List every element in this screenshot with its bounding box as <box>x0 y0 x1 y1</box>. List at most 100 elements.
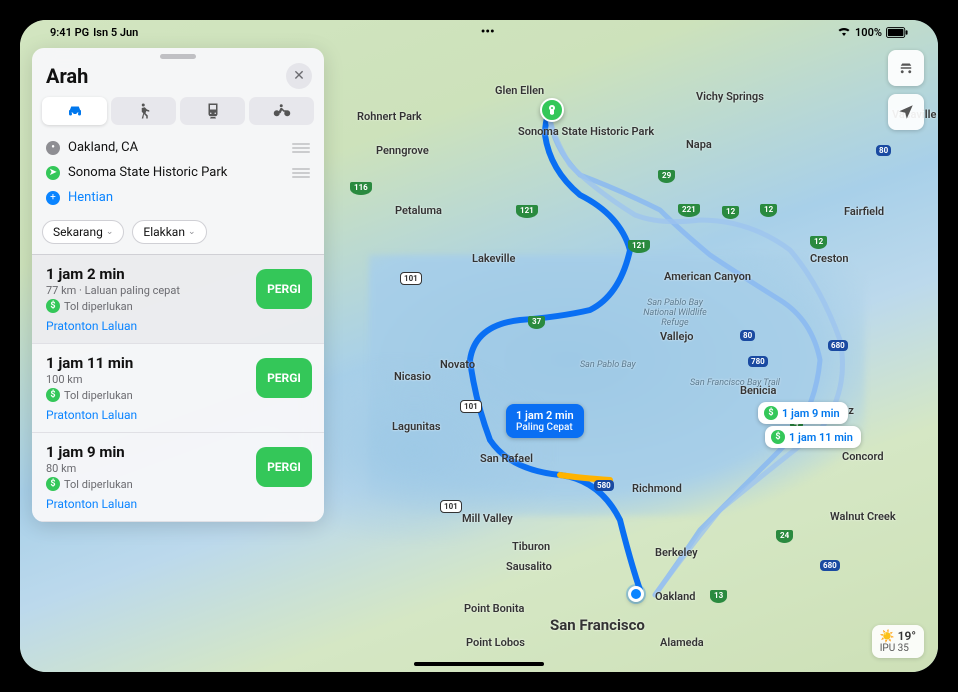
tab-drive[interactable] <box>42 97 107 125</box>
route-meta: 77 km · Laluan paling cepat <box>46 284 246 297</box>
city-label: Point Lobos <box>466 636 525 649</box>
city-label: Napa <box>686 138 712 151</box>
city-label: Vallejo <box>660 330 693 343</box>
city-label: San Pablo Bay <box>580 360 636 370</box>
city-label: Rohnert Park <box>357 110 422 123</box>
dollar-icon: $ <box>46 299 60 313</box>
panel-grabber[interactable] <box>160 54 196 59</box>
highway-shield: 80 <box>740 330 755 341</box>
city-label: Vichy Springs <box>696 90 764 103</box>
highway-shield: 121 <box>516 205 538 218</box>
highway-shield: 121 <box>628 240 650 253</box>
callout-sub: Paling Cepat <box>516 422 573 433</box>
highway-shield: 80 <box>876 145 891 156</box>
go-button[interactable]: PERGI <box>256 447 312 487</box>
close-icon: ✕ <box>293 68 305 84</box>
city-label: Novato <box>440 358 475 371</box>
user-location-dot <box>628 586 644 602</box>
highway-shield: 29 <box>658 170 675 183</box>
map-mode-button[interactable] <box>888 50 924 86</box>
screen: 9:41 PG Isn 5 Jun ••• 100% <box>20 20 938 672</box>
route-item-0[interactable]: 1 jam 2 min 77 km · Laluan paling cepat … <box>32 255 324 344</box>
city-label: Glen Ellen <box>495 84 544 97</box>
home-indicator[interactable] <box>414 662 544 666</box>
callout-time: 1 jam 11 min <box>789 431 853 444</box>
tab-transit[interactable] <box>180 97 245 125</box>
highway-shield: 101 <box>460 400 482 413</box>
route-meta: 80 km <box>46 462 246 475</box>
callout-time: 1 jam 2 min <box>516 409 574 422</box>
route-time: 1 jam 2 min <box>46 265 246 283</box>
route-toll: $ Tol diperlukan <box>46 299 246 313</box>
weather-aqi: IPU 35 <box>880 643 916 654</box>
reorder-handle-icon[interactable] <box>292 168 310 178</box>
ipad-frame: 9:41 PG Isn 5 Jun ••• 100% <box>0 0 958 692</box>
city-label: Sausalito <box>506 560 552 573</box>
reorder-handle-icon[interactable] <box>292 143 310 153</box>
depart-now-label: Sekarang <box>53 225 103 239</box>
battery-icon <box>886 27 908 38</box>
route-preview-link[interactable]: Pratonton Laluan <box>46 497 246 511</box>
highway-shield: 13 <box>710 590 727 603</box>
city-label: Point Bonita <box>464 602 524 615</box>
city-label: Nicasio <box>394 370 431 383</box>
waypoint-origin[interactable]: • Oakland, CA <box>42 135 314 160</box>
route-callout-primary[interactable]: 1 jam 2 min Paling Cepat <box>506 404 584 438</box>
dollar-icon: $ <box>764 406 778 420</box>
highway-shield: 12 <box>722 206 739 219</box>
dollar-icon: $ <box>771 430 785 444</box>
route-callout-alt-1[interactable]: $ 1 jam 9 min <box>758 402 848 424</box>
city-label: Concord <box>842 450 884 463</box>
close-button[interactable]: ✕ <box>286 63 312 89</box>
dollar-icon: $ <box>46 477 60 491</box>
city-label: San Francisco Bay Trail <box>690 378 780 388</box>
highway-shield: 101 <box>400 272 422 285</box>
highway-shield: 580 <box>594 480 614 491</box>
waypoints: • Oakland, CA ➤ Sonoma State Historic Pa… <box>32 131 324 216</box>
locate-button[interactable] <box>888 94 924 130</box>
tab-cycle[interactable] <box>249 97 314 125</box>
route-toll: $ Tol diperlukan <box>46 388 246 402</box>
avoid-dropdown[interactable]: Elakkan ⌄ <box>132 220 206 244</box>
city-label: Lakeville <box>472 252 515 265</box>
dest-text: Sonoma State Historic Park <box>68 165 284 180</box>
add-stop-row[interactable]: + Hentian <box>42 185 314 210</box>
tab-walk[interactable] <box>111 97 176 125</box>
route-time: 1 jam 11 min <box>46 354 246 372</box>
city-label: San Francisco <box>550 616 645 634</box>
origin-text: Oakland, CA <box>68 140 284 155</box>
status-date: Isn 5 Jun <box>93 26 138 39</box>
city-label: Petaluma <box>395 204 442 217</box>
route-callout-alt-2[interactable]: $ 1 jam 11 min <box>765 426 861 448</box>
route-item-1[interactable]: 1 jam 11 min 100 km $ Tol diperlukan Pra… <box>32 344 324 433</box>
city-label: Mill Valley <box>462 512 513 525</box>
highway-shield: 221 <box>678 204 700 217</box>
route-preview-link[interactable]: Pratonton Laluan <box>46 408 246 422</box>
route-item-2[interactable]: 1 jam 9 min 80 km $ Tol diperlukan Prato… <box>32 433 324 522</box>
go-button[interactable]: PERGI <box>256 358 312 398</box>
callout-time: 1 jam 9 min <box>782 407 840 420</box>
route-preview-link[interactable]: Pratonton Laluan <box>46 319 246 333</box>
route-toll: $ Tol diperlukan <box>46 477 246 491</box>
highway-shield: 101 <box>440 500 462 513</box>
dynamic-island-dot: ••• <box>481 25 495 40</box>
city-label: Fairfield <box>844 205 884 218</box>
city-label: Penngrove <box>376 144 429 157</box>
status-time: 9:41 PG <box>50 26 89 39</box>
status-bar: 9:41 PG Isn 5 Jun ••• 100% <box>20 20 938 42</box>
route-meta: 100 km <box>46 373 246 386</box>
highway-shield: 12 <box>760 204 777 217</box>
chevron-down-icon: ⌄ <box>106 227 114 237</box>
avoid-label: Elakkan <box>143 225 185 239</box>
depart-now-dropdown[interactable]: Sekarang ⌄ <box>42 220 124 244</box>
destination-pin[interactable] <box>540 98 564 122</box>
weather-widget[interactable]: ☀️ 19° IPU 35 <box>872 625 924 658</box>
go-button[interactable]: PERGI <box>256 269 312 309</box>
city-label: Creston <box>810 252 849 265</box>
panel-title: Arah <box>46 64 88 88</box>
city-label: Oakland <box>655 590 695 603</box>
waypoint-destination[interactable]: ➤ Sonoma State Historic Park <box>42 160 314 185</box>
city-label: American Canyon <box>664 270 751 283</box>
highway-shield: 680 <box>828 340 848 351</box>
highway-shield: 12 <box>810 236 827 249</box>
